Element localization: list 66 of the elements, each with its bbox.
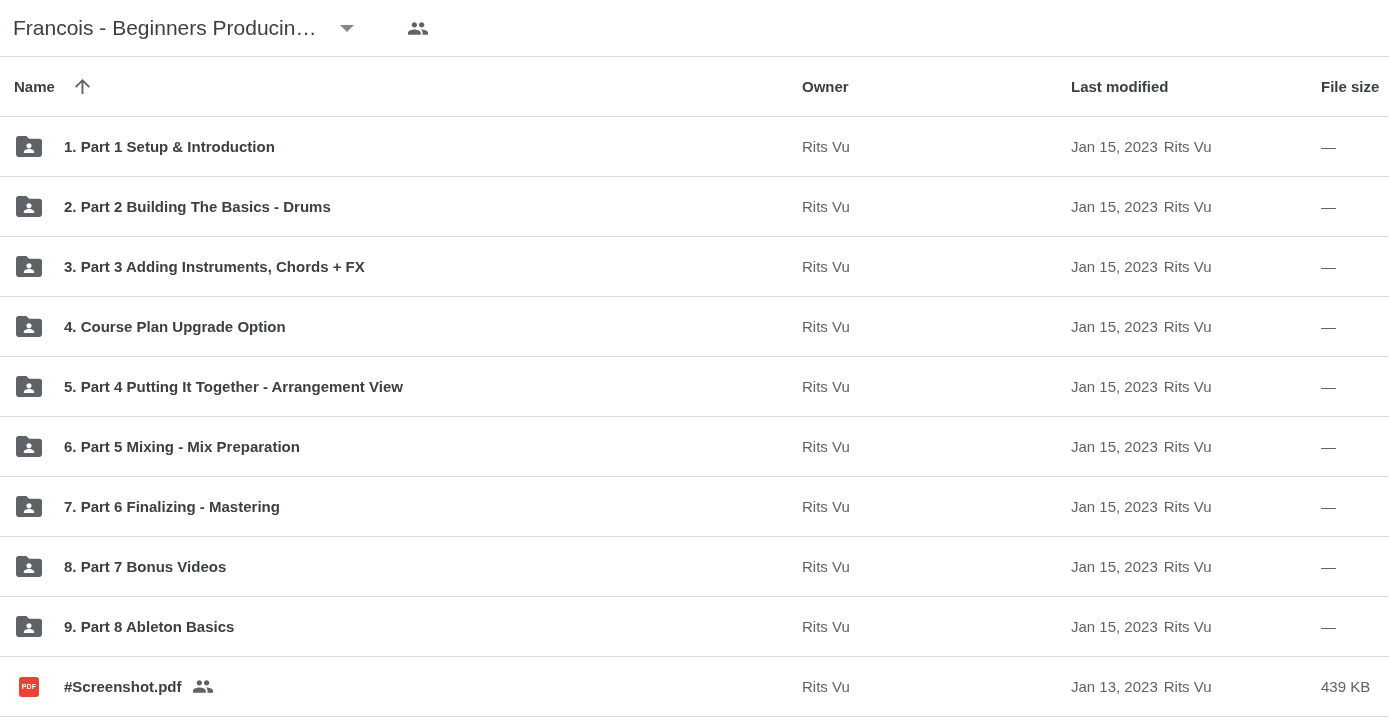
modified-by: Rits Vu bbox=[1163, 618, 1212, 635]
caret-icon bbox=[340, 24, 355, 32]
file-size: 439 KB bbox=[1321, 678, 1371, 695]
modified-by: Rits Vu bbox=[1163, 258, 1212, 275]
file-size: — bbox=[1321, 558, 1336, 575]
owner-name: Rits Vu bbox=[802, 678, 850, 695]
owner-name: Rits Vu bbox=[802, 558, 850, 575]
file-size: — bbox=[1321, 378, 1336, 395]
file-size: — bbox=[1321, 318, 1336, 335]
file-name[interactable]: #Screenshot.pdf bbox=[64, 678, 182, 695]
modified-by: Rits Vu bbox=[1163, 558, 1212, 575]
modified-date: Jan 15, 2023 bbox=[1071, 498, 1158, 515]
shared-folder-icon bbox=[16, 316, 42, 337]
file-name[interactable]: 9. Part 8 Ableton Basics bbox=[64, 618, 235, 635]
file-name[interactable]: 4. Course Plan Upgrade Option bbox=[64, 318, 286, 335]
owner-name: Rits Vu bbox=[802, 618, 850, 635]
shared-folder-icon bbox=[16, 136, 42, 157]
modified-date: Jan 15, 2023 bbox=[1071, 258, 1158, 275]
shared-folder-icon bbox=[16, 376, 42, 397]
file-size: — bbox=[1321, 618, 1336, 635]
file-size: — bbox=[1321, 138, 1336, 155]
shared-folder-icon bbox=[16, 556, 42, 577]
modified-by: Rits Vu bbox=[1163, 378, 1212, 395]
modified-date: Jan 13, 2023 bbox=[1071, 678, 1158, 695]
file-size: — bbox=[1321, 438, 1336, 455]
file-name[interactable]: 8. Part 7 Bonus Videos bbox=[64, 558, 227, 575]
modified-date: Jan 15, 2023 bbox=[1071, 558, 1158, 575]
owner-name: Rits Vu bbox=[802, 438, 850, 455]
file-size: — bbox=[1321, 198, 1336, 215]
owner-name: Rits Vu bbox=[802, 498, 850, 515]
shared-folder-icon bbox=[16, 436, 42, 457]
owner-name: Rits Vu bbox=[802, 318, 850, 335]
folder-title-dropdown[interactable]: Francois - Beginners Producin… bbox=[12, 12, 357, 44]
modified-by: Rits Vu bbox=[1163, 318, 1212, 335]
modified-date: Jan 15, 2023 bbox=[1071, 198, 1158, 215]
modified-by: Rits Vu bbox=[1163, 438, 1212, 455]
column-header[interactable]: Last modified bbox=[1071, 78, 1169, 95]
modified-by: Rits Vu bbox=[1163, 138, 1212, 155]
modified-by: Rits Vu bbox=[1163, 198, 1212, 215]
owner-name: Rits Vu bbox=[802, 198, 850, 215]
file-name[interactable]: 2. Part 2 Building The Basics - Drums bbox=[64, 198, 331, 215]
modified-date: Jan 15, 2023 bbox=[1071, 438, 1158, 455]
column-header[interactable]: File size bbox=[1321, 78, 1380, 95]
modified-by: Rits Vu bbox=[1163, 498, 1212, 515]
column-header[interactable]: Name bbox=[14, 78, 55, 95]
modified-date: Jan 15, 2023 bbox=[1071, 618, 1158, 635]
owner-name: Rits Vu bbox=[802, 378, 850, 395]
file-name[interactable]: 5. Part 4 Putting It Together - Arrangement View bbox=[64, 378, 403, 395]
column-header[interactable]: Owner bbox=[802, 78, 849, 95]
shared-folder-icon bbox=[16, 616, 42, 637]
shared-folder-icon bbox=[16, 256, 42, 277]
owner-name: Rits Vu bbox=[802, 258, 850, 275]
modified-date: Jan 15, 2023 bbox=[1071, 138, 1158, 155]
modified-by: Rits Vu bbox=[1163, 678, 1212, 695]
file-size: — bbox=[1321, 258, 1336, 275]
file-size: — bbox=[1321, 498, 1336, 515]
shared-folder-icon bbox=[16, 196, 42, 217]
modified-date: Jan 15, 2023 bbox=[1071, 318, 1158, 335]
file-name[interactable]: 1. Part 1 Setup & Introduction bbox=[64, 138, 275, 155]
shared-folder-icon bbox=[16, 496, 42, 517]
file-name[interactable]: 3. Part 3 Adding Instruments, Chords + FX bbox=[64, 258, 365, 275]
file-name[interactable]: 6. Part 5 Mixing - Mix Preparation bbox=[64, 438, 300, 455]
file-name[interactable]: 7. Part 6 Finalizing - Mastering bbox=[64, 498, 280, 515]
modified-date: Jan 15, 2023 bbox=[1071, 378, 1158, 395]
sort-arrow-icon[interactable] bbox=[74, 79, 90, 94]
owner-name: Rits Vu bbox=[802, 138, 850, 155]
